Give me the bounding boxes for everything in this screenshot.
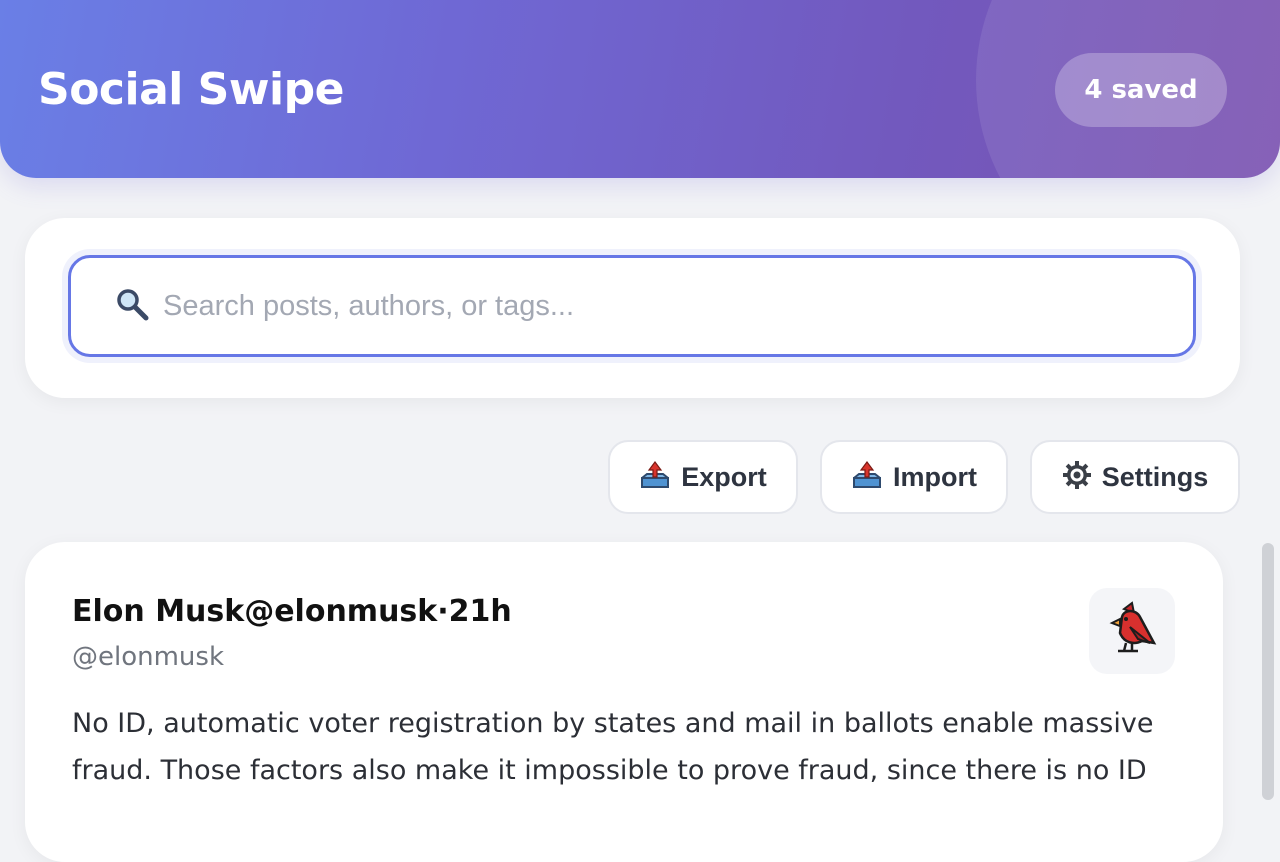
export-tray-icon	[639, 460, 671, 495]
toolbar: Export Import Settings	[608, 440, 1240, 514]
app-title: Social Swipe	[38, 64, 344, 115]
post-body: No ID, automatic voter registration by s…	[72, 708, 1154, 786]
post-handle: @elonmusk	[72, 642, 225, 672]
search-card	[25, 218, 1240, 398]
export-label: Export	[681, 461, 767, 492]
post-card[interactable]: Elon Musk@elonmusk·21h @elonmusk No ID, …	[25, 542, 1223, 862]
app-header: Social Swipe 4 saved	[0, 0, 1280, 178]
scrollbar[interactable]	[1262, 543, 1274, 800]
search-input[interactable]	[163, 276, 1143, 336]
gear-icon	[1062, 460, 1092, 495]
settings-label: Settings	[1101, 461, 1209, 492]
export-button[interactable]: Export	[608, 440, 798, 514]
import-button[interactable]: Import	[820, 440, 1008, 514]
import-tray-icon	[851, 460, 883, 495]
avatar	[1089, 588, 1175, 674]
post-author-line: Elon Musk@elonmusk·21h	[72, 594, 512, 629]
settings-button[interactable]: Settings	[1030, 440, 1240, 514]
search-box[interactable]	[68, 255, 1196, 357]
magnifier-icon	[113, 286, 151, 327]
saved-count-badge[interactable]: 4 saved	[1055, 53, 1227, 127]
import-label: Import	[893, 461, 977, 492]
cardinal-bird-icon	[1102, 599, 1162, 663]
